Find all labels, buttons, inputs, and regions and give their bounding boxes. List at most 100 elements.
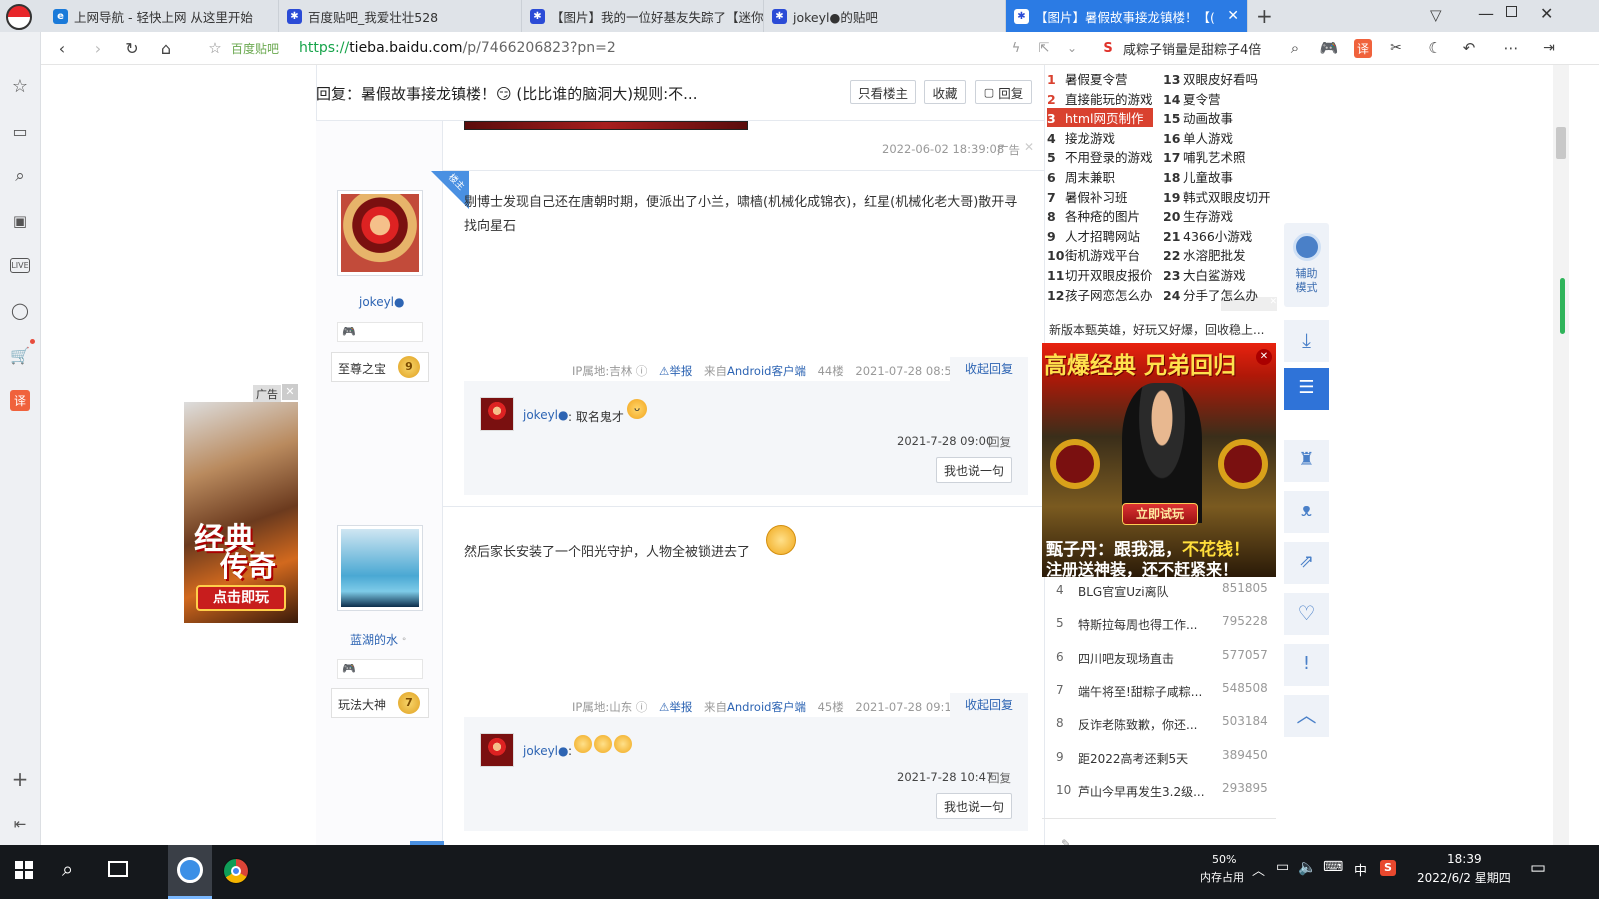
ad-image-strip[interactable] [464,121,748,130]
tab-0[interactable]: e 上网导航 - 轻快上网 从这里开始 [45,0,279,32]
page-scrollbar[interactable] [1553,65,1569,845]
clock-time[interactable]: 18:39 [1447,852,1482,866]
translate-icon[interactable]: 译 [1353,32,1373,64]
author-name[interactable]: jokeyl● [359,295,405,309]
right-ad-close-icon[interactable]: ✕ [1256,349,1272,365]
download-icon[interactable]: ⤓ [1284,320,1329,362]
volume-icon[interactable]: 🔈 [1298,858,1317,876]
hot-search-item[interactable]: 16 单人游戏 [1163,128,1233,147]
rank-badge[interactable]: 玩法大神 7 [331,688,429,718]
home-icon[interactable]: ⌂ [155,32,177,64]
skin-icon[interactable]: ▽ [1430,6,1442,24]
taskbar-chrome-icon[interactable] [223,858,249,884]
back-to-top-icon[interactable]: ︿ [1284,695,1329,737]
hot-search-item[interactable]: 24 分手了怎么办 [1163,285,1258,304]
chat-bubble-icon[interactable]: ◯ [8,298,32,322]
task-view-icon[interactable] [108,861,128,877]
author-name[interactable]: 蓝湖的水 ° [350,631,406,648]
comment-reply-link[interactable]: 回复 [988,434,1011,450]
game-badge[interactable]: 🎮 [337,322,423,342]
search-suggestion[interactable]: 咸粽子销量是甜粽子4倍 [1123,32,1261,64]
magic-hat-icon[interactable]: ♜ [1284,440,1329,482]
video-icon[interactable]: ▣ [8,209,32,233]
comment-author[interactable]: jokeyl● [523,408,569,422]
add-icon[interactable]: + [8,767,32,791]
tab-1[interactable]: ✱ 百度贴吧_我爱壮壮528 [279,0,522,32]
action-center-icon[interactable]: ▭ [1530,858,1546,878]
hot-search-item[interactable]: 12孩子网恋怎么办 [1047,285,1153,304]
hot-topic-item[interactable]: 7 端午将至!甜粽子咸粽... 548508 [1056,681,1274,703]
bookmark-star-icon[interactable]: ☆ [204,32,226,64]
hot-search-item[interactable]: 3 html网页制作 [1047,108,1153,128]
only-owner-button[interactable]: 只看楼主 [850,80,916,104]
forward-icon[interactable]: › [87,32,109,64]
tab-3[interactable]: ✱ jokeyl●的贴吧 [764,0,1006,32]
hot-topic-item[interactable]: 10 芦山今早再发生3.2级... 293895 [1056,781,1274,803]
lightning-icon[interactable]: ϟ [1007,32,1025,64]
sidebar-toggle-icon[interactable]: ⇥ [1539,32,1559,64]
report-link[interactable]: ⚠举报 [659,364,692,378]
comment-avatar[interactable] [480,733,514,767]
hot-search-item[interactable]: 6 周末兼职 [1047,167,1115,186]
rank-badge[interactable]: 至尊之宝 9 [331,352,429,382]
game-badge[interactable]: 🎮 [337,659,423,679]
close-tab-icon[interactable]: ✕ [1227,8,1239,24]
hot-search-item[interactable]: 19 韩式双眼皮切开 [1163,187,1271,206]
windows-start-icon[interactable] [15,861,33,879]
right-ad-caption[interactable]: 新版本甄英雄，好玩又好爆，回收稳上... [1049,321,1274,338]
left-ad-close-icon[interactable]: ✕ [282,384,298,400]
say-one-button[interactable]: 我也说一句 [936,457,1012,483]
hot-search-item[interactable]: 2 直接能玩的游戏 [1047,89,1153,108]
maximize-button[interactable] [1506,6,1517,17]
browser-logo-icon[interactable] [6,4,32,30]
close-window-button[interactable]: ✕ [1540,4,1553,23]
edit-icon[interactable]: ✎ [1061,837,1071,845]
hot-search-item[interactable]: 23 大白鲨游戏 [1163,265,1246,284]
reply-button[interactable]: ▢ 回复 [975,80,1032,104]
client-link[interactable]: Android客户端 [727,700,806,714]
back-icon[interactable]: ‹ [51,32,73,64]
heart-icon[interactable]: ♡ [1284,593,1329,635]
hot-search-item[interactable]: 8 各种疮的图片 [1047,206,1140,225]
undo-icon[interactable]: ↶ [1459,32,1479,64]
report-link[interactable]: ⚠举报 [659,700,692,714]
taskbar-search-icon[interactable]: ⌕ [62,857,73,881]
hot-search-item[interactable]: 20 生存游戏 [1163,206,1233,225]
shopping-cart-icon[interactable]: 🛒 [8,343,32,367]
toggle-replies-link[interactable]: 收起回复 [950,357,1028,381]
tray-chevron-icon[interactable]: ︿ [1252,860,1265,879]
comment-reply-link[interactable]: 回复 [988,770,1011,786]
collapse-sidebar-icon[interactable]: ⇤ [8,812,32,836]
hot-search-item[interactable]: 22 水溶肥批发 [1163,245,1246,264]
left-ad-banner[interactable]: 经典 传奇 点击即玩 [184,402,298,623]
bookmark-label[interactable]: 百度贴吧 [231,32,279,64]
hot-topic-item[interactable]: 4 BLG官宣Uzi离队 851805 [1056,581,1274,603]
avatar[interactable] [337,525,423,611]
scissors-icon[interactable]: ✂ [1386,32,1406,64]
tab-2[interactable]: ✱ 【图片】我的一位好基友失踪了【迷你 [522,0,764,32]
share-icon[interactable]: ⇱ [1035,32,1053,64]
clock-date[interactable]: 2022/6/2 星期四 [1417,869,1511,886]
search-icon[interactable]: ⌕ [8,164,32,188]
ime-indicator[interactable]: 中 [1354,860,1367,879]
scrollbar-thumb[interactable] [1556,127,1566,159]
toggle-replies-link[interactable]: 收起回复 [950,693,1028,717]
right-ad-cta[interactable]: 立即试玩 [1122,503,1198,525]
new-tab-button[interactable]: + [1256,4,1273,28]
comment-avatar[interactable] [480,397,514,431]
keyboard-icon[interactable]: ⌨ [1323,859,1343,875]
client-link[interactable]: Android客户端 [727,364,806,378]
network-icon[interactable]: ▭ [1276,859,1289,875]
hot-search-item[interactable]: 14 夏令营 [1163,89,1221,108]
live-icon[interactable]: LIVE [10,258,30,273]
hot-search-item[interactable]: 17 哺乳艺术照 [1163,147,1246,166]
hot-search-item[interactable]: 10街机游戏平台 [1047,245,1140,264]
hot-topic-item[interactable]: 5 特斯拉每周也得工作... 795228 [1056,614,1274,636]
translate-icon[interactable]: 译 [8,388,32,412]
sogou-ime-icon[interactable]: S [1380,860,1396,876]
assist-mode-button[interactable]: 辅助模式 [1284,223,1329,307]
avatar[interactable] [337,190,423,276]
hot-search-item[interactable]: 18 儿童故事 [1163,167,1233,186]
tab-4-active[interactable]: ✱ 【图片】暑假故事接龙镇楼！【(比比 ✕ [1006,0,1248,32]
comment-author[interactable]: jokeyl● [523,744,569,758]
